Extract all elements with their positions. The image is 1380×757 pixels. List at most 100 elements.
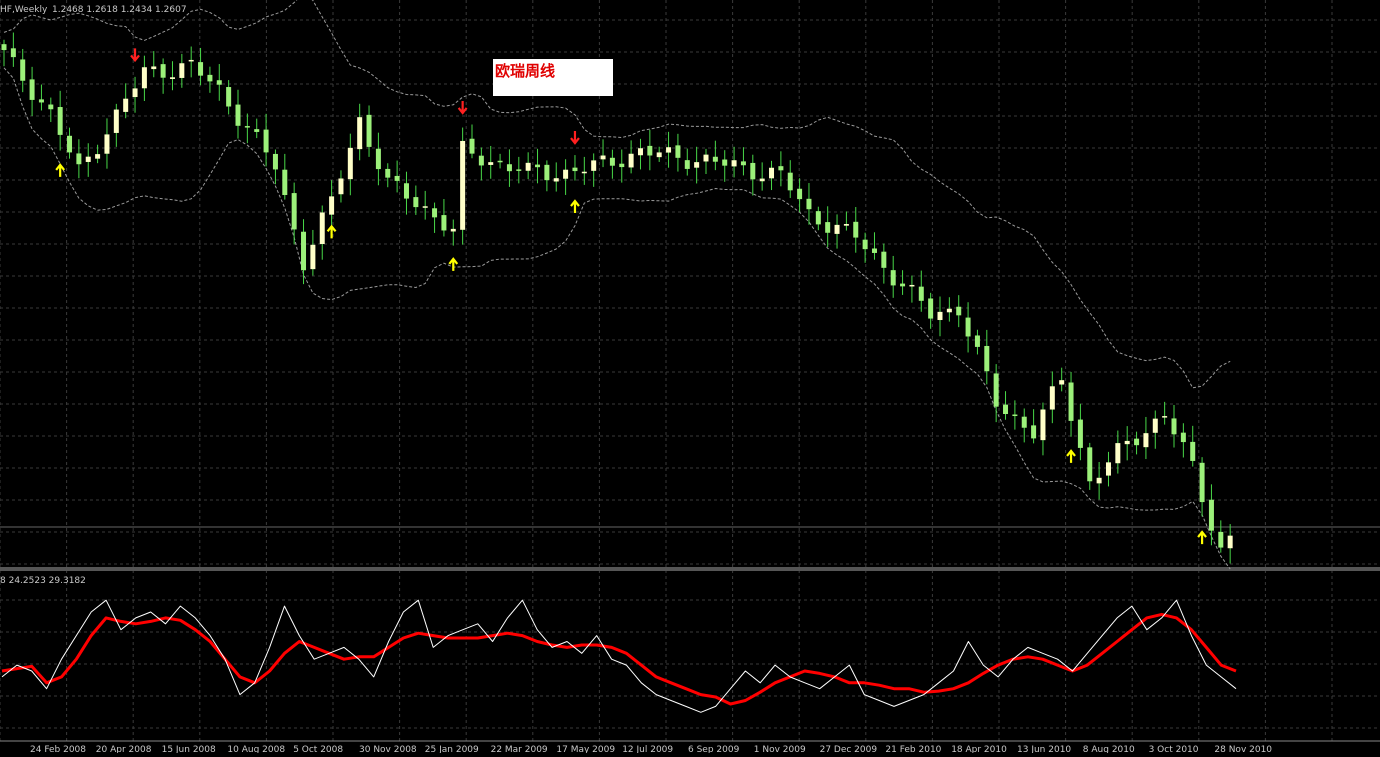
candle-body	[1021, 416, 1027, 428]
x-tick-label: 20 Apr 2008	[96, 745, 152, 753]
candle-body	[441, 215, 447, 231]
candle-body	[731, 160, 737, 167]
candle-body	[216, 80, 222, 85]
candle-body	[244, 126, 250, 128]
candle-body	[329, 196, 335, 215]
candle-body	[684, 160, 690, 169]
candle-body	[179, 63, 185, 78]
candle-body	[1171, 418, 1177, 435]
candle-body	[862, 239, 868, 250]
x-tick-label: 24 Feb 2008	[30, 745, 86, 753]
x-tick-label: 1 Nov 2009	[754, 745, 806, 753]
candle-body	[413, 197, 419, 208]
candle-body	[338, 178, 344, 195]
candle-body	[666, 147, 672, 153]
x-tick-label: 22 Mar 2009	[491, 745, 548, 753]
candle-body	[432, 208, 438, 218]
candle-body	[1105, 462, 1111, 476]
candle-body	[750, 162, 756, 180]
candle-body	[675, 145, 681, 158]
candle-body	[282, 169, 288, 196]
candle-body	[319, 212, 325, 245]
candle-body	[1218, 531, 1224, 548]
candle-body	[310, 244, 316, 270]
candle-body	[263, 129, 269, 153]
ohlc-label: 1.2468 1.2618 1.2434 1.2607	[52, 5, 187, 15]
x-tick-label: 18 Apr 2010	[951, 745, 1007, 753]
candle-body	[132, 88, 138, 98]
candle-body	[347, 147, 353, 180]
candle-body	[38, 99, 44, 103]
candle-body	[946, 308, 952, 313]
candle-body	[207, 74, 213, 82]
x-tick-label: 13 Jun 2010	[1017, 745, 1071, 753]
candle-body	[890, 270, 896, 286]
candle-body	[422, 206, 428, 208]
candle-body	[591, 160, 597, 171]
x-tick-label: 30 Nov 2008	[359, 745, 417, 753]
candle-body	[1049, 386, 1055, 410]
candle-body	[722, 159, 728, 166]
candle-body	[909, 284, 915, 287]
candle-body	[1162, 416, 1168, 418]
candle-body	[375, 148, 381, 170]
candle-body	[609, 157, 615, 166]
x-tick-label: 17 May 2009	[556, 745, 615, 753]
candle-body	[974, 335, 980, 347]
candle-body	[1227, 535, 1233, 549]
candle-body	[1134, 438, 1140, 446]
candle-body	[1, 44, 7, 51]
x-tick-label: 5 Oct 2008	[293, 745, 343, 753]
candle-body	[825, 222, 831, 233]
candle-body	[1077, 419, 1083, 448]
x-tick-label: 12 Jul 2009	[622, 745, 673, 753]
candle-body	[619, 163, 625, 168]
candle-body	[188, 59, 194, 62]
x-tick-label: 25 Jan 2009	[425, 745, 479, 753]
candle-body	[525, 162, 531, 171]
candle-body	[85, 156, 91, 162]
candle-body	[853, 221, 859, 238]
candle-body	[1068, 382, 1074, 421]
candle-body	[900, 283, 906, 287]
candle-body	[29, 79, 35, 100]
x-tick-label: 6 Sep 2009	[688, 745, 740, 753]
candle-body	[478, 155, 484, 166]
candle-body	[535, 164, 541, 168]
candle-body	[628, 153, 634, 168]
x-tick-label: 10 Aug 2008	[227, 745, 285, 753]
candle-body	[48, 104, 54, 110]
candle-body	[460, 140, 466, 230]
candle-body	[834, 224, 840, 234]
candle-body	[254, 129, 260, 132]
x-tick-label: 3 Oct 2010	[1149, 745, 1199, 753]
candle-body	[544, 164, 550, 181]
candle-body	[881, 251, 887, 268]
candle-body	[1096, 477, 1102, 484]
x-tick-label: 21 Feb 2010	[885, 745, 941, 753]
x-tick-label: 28 Nov 2010	[1214, 745, 1272, 753]
x-tick-label: 27 Dec 2009	[820, 745, 878, 753]
chart-window: HF,Weekly 1.2468 1.2618 1.2434 1.2607 8 …	[0, 0, 1380, 755]
candle-body	[20, 59, 26, 81]
candle-body	[291, 193, 297, 230]
candle-body	[769, 167, 775, 179]
candle-body	[1208, 499, 1214, 531]
candle-body	[226, 87, 232, 107]
candle-body	[497, 160, 503, 163]
candle-body	[160, 64, 166, 78]
candle-body	[469, 138, 475, 154]
candle-body	[67, 135, 73, 153]
candle-body	[581, 171, 587, 174]
candle-body	[656, 152, 662, 158]
candle-body	[366, 114, 372, 147]
candle-body	[956, 306, 962, 316]
candle-body	[1115, 443, 1121, 464]
candle-body	[965, 317, 971, 337]
candle-body	[647, 145, 653, 156]
candle-body	[740, 161, 746, 166]
candle-body	[778, 166, 784, 171]
chart-title: 欧瑞周线	[495, 62, 556, 80]
subwindow-label: 8 24.2523 29.3182	[0, 576, 86, 586]
candle-body	[1040, 409, 1046, 441]
